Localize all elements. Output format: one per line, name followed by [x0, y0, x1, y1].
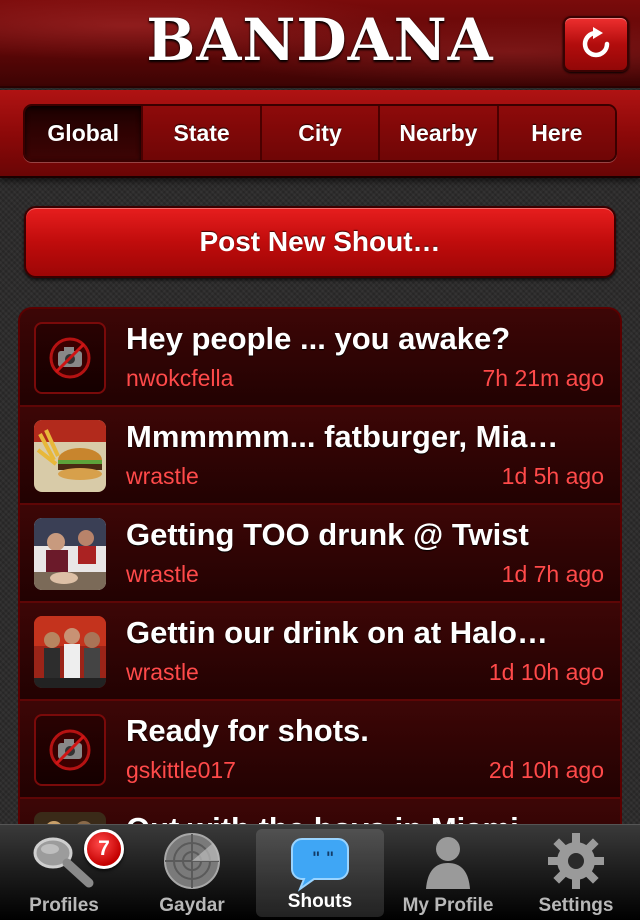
shout-row[interactable]: Mmmmmm... fatburger, Mia… wrastle 1d 5h … [20, 407, 620, 505]
speech-bubble-icon: " " [291, 838, 349, 892]
shout-row[interactable]: Hey people ... you awake? nwokcfella 7h … [20, 309, 620, 407]
scope-segmented-control: Global State City Nearby Here [23, 104, 617, 162]
shout-time: 2d 10h ago [488, 757, 604, 783]
shout-title: Hey people ... you awake? [126, 321, 511, 356]
scope-tab-here[interactable]: Here [496, 106, 615, 160]
app-header: BANDANA [0, 0, 640, 88]
shout-title: Out with the boys in Miami [126, 811, 612, 824]
tab-bar: 7 Profiles Gaydar " " Shouts My Profile [0, 824, 640, 920]
shout-time: 1d 5h ago [501, 463, 604, 489]
shout-user[interactable]: wrastle [126, 463, 199, 490]
shout-user[interactable]: nwokcfella [126, 365, 233, 392]
tab-label: Settings [538, 895, 614, 916]
tab-label: Profiles [29, 895, 99, 916]
shout-row[interactable]: Out with the boys in Miami [20, 799, 620, 824]
shouts-list-viewport[interactable]: Hey people ... you awake? nwokcfella 7h … [18, 307, 622, 824]
profiles-badge: 7 [84, 829, 124, 869]
refresh-button[interactable] [563, 16, 629, 72]
scope-tab-global[interactable]: Global [25, 106, 142, 160]
gear-icon [548, 833, 604, 889]
shout-title: Mmmmmm... fatburger, Mia… [126, 419, 559, 454]
scope-tab-nearby[interactable]: Nearby [378, 106, 497, 160]
tab-my-profile[interactable]: My Profile [384, 825, 512, 920]
tab-label: My Profile [402, 895, 494, 916]
shout-row[interactable]: Ready for shots. gskittle017 2d 10h ago [20, 701, 620, 799]
shout-user[interactable]: wrastle [126, 561, 199, 588]
tab-profiles[interactable]: 7 Profiles [0, 825, 128, 920]
shout-row[interactable]: Gettin our drink on at Halo… wrastle 1d … [20, 603, 620, 701]
tab-label: Gaydar [159, 895, 225, 916]
tab-gaydar[interactable]: Gaydar [128, 825, 256, 920]
shout-title: Gettin our drink on at Halo… [126, 615, 548, 650]
scope-bar: Global State City Nearby Here [0, 90, 640, 178]
tab-label: Shouts [287, 891, 353, 912]
shout-time: 1d 7h ago [501, 561, 604, 587]
burger-photo-thumbnail [34, 420, 106, 492]
shout-user[interactable]: gskittle017 [126, 757, 236, 784]
no-photo-icon [34, 714, 106, 786]
post-new-shout-button[interactable]: Post New Shout… [24, 206, 616, 278]
shout-user[interactable]: wrastle [126, 659, 199, 686]
shouts-list: Hey people ... you awake? nwokcfella 7h … [18, 307, 622, 824]
scope-tab-state[interactable]: State [141, 106, 260, 160]
shout-time: 1d 10h ago [488, 659, 604, 685]
shout-title: Getting TOO drunk @ Twist [126, 517, 529, 552]
no-photo-icon [34, 322, 106, 394]
tab-settings[interactable]: Settings [512, 825, 640, 920]
shout-title: Ready for shots. [126, 713, 369, 748]
friends-photo-thumbnail [34, 616, 106, 688]
person-icon [426, 837, 470, 889]
radar-icon [164, 833, 220, 889]
shout-time: 7h 21m ago [482, 365, 604, 391]
svg-text:" ": " " [312, 848, 334, 867]
refresh-icon [582, 27, 610, 58]
tab-shouts[interactable]: " " Shouts [256, 829, 384, 917]
app-logo: BANDANA [146, 6, 494, 74]
boys-photo-thumbnail [34, 812, 106, 824]
scope-tab-city[interactable]: City [259, 106, 379, 160]
party-photo-thumbnail [34, 518, 106, 590]
shout-row[interactable]: Getting TOO drunk @ Twist wrastle 1d 7h … [20, 505, 620, 603]
